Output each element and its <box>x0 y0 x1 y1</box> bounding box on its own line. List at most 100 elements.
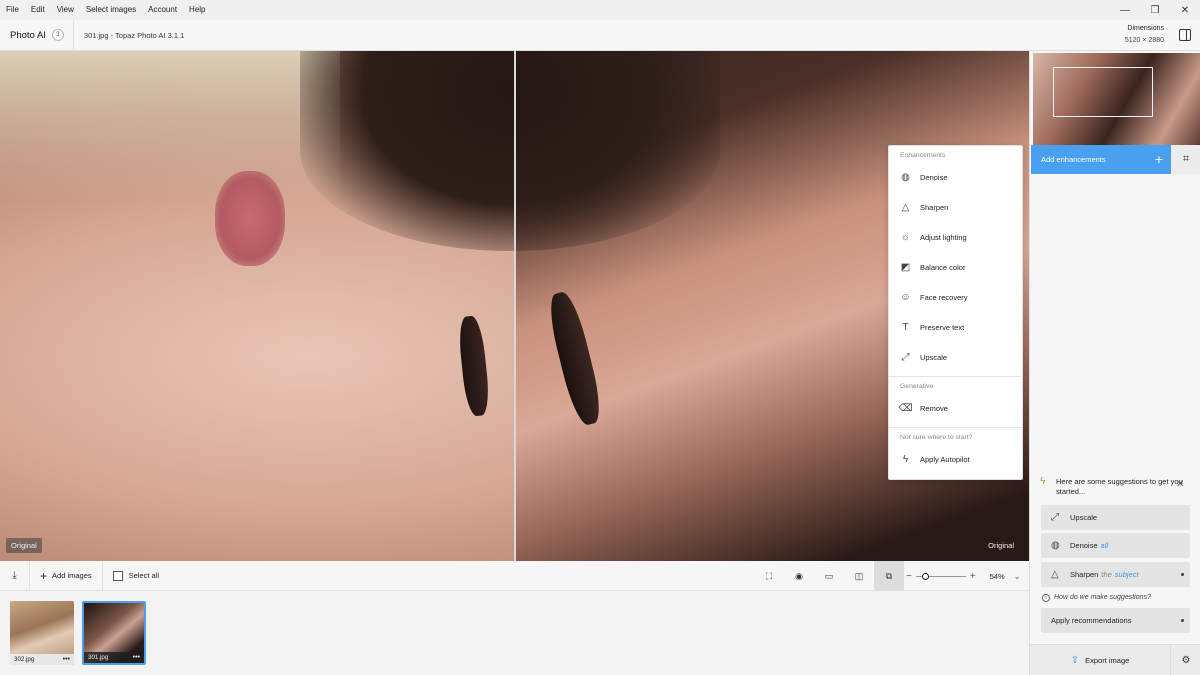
lightning-icon: ϟ <box>902 453 909 465</box>
more-dot-icon[interactable] <box>1181 619 1184 622</box>
suggestion-denoise[interactable]: ◍ Denoise all <box>1041 533 1190 558</box>
suggestion-target: all <box>1100 541 1109 550</box>
menu-item-label: Preserve text <box>920 322 965 332</box>
original-label-right: Original <box>988 541 1014 550</box>
split-view-icon: ⧉ <box>885 570 893 581</box>
info-icon: i <box>1042 594 1050 602</box>
menu-item-balance-color[interactable]: ◩ Balance color <box>889 252 1022 282</box>
more-options-icon[interactable]: ••• <box>133 654 140 661</box>
panel-toggle-icon[interactable] <box>1179 29 1191 41</box>
suggestion-label: Upscale <box>1070 513 1098 522</box>
menu-item-label: Adjust lighting <box>920 232 967 242</box>
chevron-down-icon[interactable]: ⌄ <box>1014 572 1021 581</box>
add-images-button[interactable]: + Add images <box>30 560 103 591</box>
menu-help[interactable]: Help <box>183 0 211 20</box>
diagonal-arrows-icon: ⤢ <box>901 351 910 363</box>
menu-item-upscale[interactable]: ⤢ Upscale <box>889 342 1022 372</box>
menu-file[interactable]: File <box>0 0 25 20</box>
globe-icon: ◍ <box>901 171 910 183</box>
select-all-checkbox[interactable]: Select all <box>103 570 169 581</box>
single-view-icon: ▭ <box>824 570 834 581</box>
fit-view-button[interactable]: ⛶ <box>754 561 784 591</box>
menu-item-sharpen[interactable]: △ Sharpen <box>889 192 1022 222</box>
menu-item-apply-autopilot[interactable]: ϟ Apply Autopilot <box>889 444 1022 474</box>
image-canvas[interactable]: Original Original <box>0 51 1029 561</box>
zoom-in-icon[interactable]: + <box>970 571 976 582</box>
collapse-filmstrip-button[interactable]: ⤓ <box>0 560 30 591</box>
right-panel: Add enhancements + ⌗ ϟ Here are some sug… <box>1029 51 1200 675</box>
select-all-label: Select all <box>128 571 160 580</box>
how-suggestions-link[interactable]: i How do we make suggestions? <box>1042 594 1151 602</box>
focus-frame-icon: ⛶ <box>765 570 773 581</box>
menu-account[interactable]: Account <box>142 0 183 20</box>
eye-icon: ◉ <box>795 570 803 581</box>
zoom-slider[interactable] <box>915 572 966 580</box>
comparison-split-handle[interactable] <box>514 51 516 561</box>
zoom-control: − + 54% ⌄ <box>906 561 1020 591</box>
filmstrip-caption: 301.jpg ••• <box>84 652 144 663</box>
arrow-down-icon: ⤓ <box>12 570 17 581</box>
menu-item-adjust-lighting[interactable]: ☼ Adjust lighting <box>889 222 1022 252</box>
photo-background <box>0 51 340 201</box>
dimensions-readout: Dimensions 5120 × 2880 <box>1125 23 1164 47</box>
menu-select-images[interactable]: Select images <box>80 0 142 20</box>
suggestion-upscale[interactable]: ⤢ Upscale <box>1041 505 1190 530</box>
add-enhancements-label: Add enhancements <box>1041 155 1106 164</box>
suggestion-label: Denoise <box>1070 541 1098 550</box>
how-suggestions-label: How do we make suggestions? <box>1054 594 1151 601</box>
export-image-button[interactable]: ⇪ Export image <box>1030 645 1170 675</box>
triangle-icon: △ <box>901 201 910 213</box>
zoom-out-icon[interactable]: − <box>906 571 912 582</box>
add-enhancements-button[interactable]: Add enhancements + <box>1031 145 1171 174</box>
suggestion-label: Sharpen <box>1070 570 1099 579</box>
menu-item-preserve-text[interactable]: T Preserve text <box>889 312 1022 342</box>
menu-view[interactable]: View <box>51 0 80 20</box>
filmstrip-caption: 302.jpg ••• <box>10 654 74 665</box>
zoom-value[interactable]: 54% <box>990 572 1005 581</box>
filmstrip-filename: 301.jpg <box>88 654 109 661</box>
side-by-side-button[interactable]: ◫ <box>844 561 874 591</box>
add-images-label: Add images <box>52 571 92 580</box>
crop-button[interactable]: ⌗ <box>1171 145 1200 174</box>
more-dot-icon[interactable] <box>1181 573 1184 576</box>
enhancements-menu: Enhancements ◍ Denoise △ Sharpen ☼ Adjus… <box>888 145 1023 480</box>
minimize-icon[interactable]: — <box>1110 0 1140 20</box>
triangle-icon: △ <box>1051 569 1059 580</box>
more-options-icon[interactable]: ••• <box>63 656 70 663</box>
apply-recommendations-label: Apply recommendations <box>1051 616 1132 625</box>
close-icon[interactable]: ✕ <box>1170 0 1200 20</box>
menu-item-label: Remove <box>920 403 948 413</box>
sun-icon: ☼ <box>900 231 911 243</box>
title-divider <box>72 19 74 51</box>
preview-toggle-button[interactable]: ◉ <box>784 561 814 591</box>
close-suggestions-icon[interactable]: ✕ <box>1176 479 1184 490</box>
export-settings-button[interactable]: ⚙ <box>1170 645 1200 675</box>
apply-recommendations-button[interactable]: Apply recommendations <box>1041 608 1190 633</box>
original-label-left: Original <box>6 538 42 553</box>
menu-edit[interactable]: Edit <box>25 0 51 20</box>
filmstrip: 302.jpg ••• 301.jpg ••• <box>0 591 1029 675</box>
menu-bar: File Edit View Select images Account Hel… <box>0 0 1200 20</box>
split-view-button[interactable]: ⧉ <box>874 561 904 591</box>
suggestion-target: subject <box>1114 570 1139 579</box>
menu-item-face-recovery[interactable]: ☺ Face recovery <box>889 282 1022 312</box>
smiley-icon: ☺ <box>900 291 911 303</box>
menu-item-remove[interactable]: ⌫ Remove <box>889 393 1022 423</box>
single-view-button[interactable]: ▭ <box>814 561 844 591</box>
suggestion-sharpen[interactable]: △ Sharpen the subject <box>1041 562 1190 587</box>
suggestions-header: ϟ Here are some suggestions to get you s… <box>1040 477 1190 497</box>
plus-icon: + <box>1154 151 1163 167</box>
enhancements-section-label: Enhancements <box>900 152 946 159</box>
zoom-slider-knob[interactable] <box>921 572 929 580</box>
filmstrip-item[interactable]: 302.jpg ••• <box>10 601 74 665</box>
navigator-thumbnail[interactable] <box>1033 53 1200 145</box>
dimensions-label: Dimensions <box>1127 25 1164 32</box>
navigator-viewport-box[interactable] <box>1053 67 1153 117</box>
restore-icon[interactable]: ❐ <box>1140 0 1170 20</box>
checkbox-icon <box>112 570 123 581</box>
menu-item-denoise[interactable]: ◍ Denoise <box>889 162 1022 192</box>
export-label: Export image <box>1085 656 1130 665</box>
plus-icon: + <box>40 568 48 583</box>
filmstrip-item-selected[interactable]: 301.jpg ••• <box>82 601 146 665</box>
window-controls: — ❐ ✕ <box>1110 0 1200 20</box>
